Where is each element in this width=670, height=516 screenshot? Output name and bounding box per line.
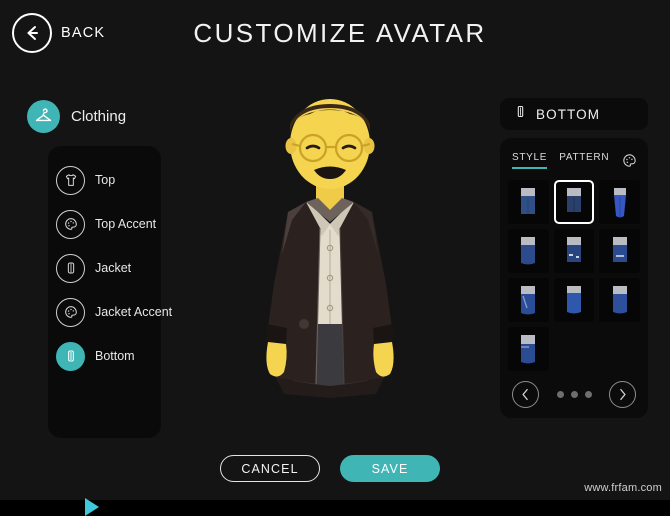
- pants-thumbnail: [609, 286, 631, 320]
- chevron-right-icon[interactable]: [609, 381, 636, 408]
- sidebar-category-clothing[interactable]: Clothing: [27, 100, 126, 133]
- item-thumbnail-5[interactable]: [553, 229, 595, 273]
- sidebar-item-bottom[interactable]: Bottom: [48, 334, 161, 378]
- pants-thumbnail: [563, 286, 585, 320]
- item-slot-empty: [554, 327, 595, 371]
- sidebar-item-label: Jacket: [95, 261, 132, 275]
- pants-thumbnail: [609, 188, 631, 222]
- tab-pattern[interactable]: PATTERN: [559, 152, 609, 169]
- sidebar-submenu: Top Top Accent Jacket Jacket Accent Bott…: [48, 146, 172, 438]
- cancel-button[interactable]: CANCEL: [220, 455, 320, 482]
- item-thumbnail-7[interactable]: [508, 278, 549, 322]
- page-dot[interactable]: [570, 391, 578, 398]
- sidebar-item-label: Top Accent: [95, 217, 157, 231]
- item-picker-panel: BOTTOM STYLE PATTERN: [500, 98, 648, 418]
- pants-thumbnail: [609, 237, 631, 271]
- tab-style[interactable]: STYLE: [512, 152, 548, 169]
- save-button[interactable]: SAVE: [340, 455, 440, 482]
- item-thumbnail-10[interactable]: [508, 327, 549, 371]
- sidebar-category-label: Clothing: [71, 108, 127, 125]
- item-thumbnail-4[interactable]: [508, 229, 549, 273]
- item-thumbnail-9[interactable]: [599, 278, 640, 322]
- item-thumbnail-2[interactable]: [553, 180, 595, 224]
- item-grid: [508, 180, 640, 371]
- picker-body: STYLE PATTERN: [500, 138, 648, 418]
- item-thumbnail-8[interactable]: [553, 278, 595, 322]
- picker-header-label: BOTTOM: [536, 106, 601, 122]
- page-dot[interactable]: [556, 391, 564, 398]
- watermark: www.frfam.com: [584, 482, 662, 494]
- footer-actions: CANCEL SAVE: [200, 455, 460, 482]
- sidebar-item-label: Bottom: [95, 349, 135, 363]
- page-title: CUSTOMIZE AVATAR: [193, 18, 487, 48]
- palette-icon[interactable]: [621, 152, 638, 169]
- sidebar-item-jacket[interactable]: Jacket: [48, 246, 161, 290]
- item-slot-empty: [599, 327, 640, 371]
- avatar-stage: [200, 70, 460, 438]
- sidebar-item-top[interactable]: Top: [48, 158, 161, 202]
- pants-thumbnail: [517, 335, 539, 369]
- page-dots: [556, 391, 592, 398]
- chevron-left-icon[interactable]: [512, 381, 539, 408]
- item-thumbnail-1[interactable]: [508, 180, 549, 224]
- palette-icon: [56, 297, 85, 327]
- picker-header: BOTTOM: [500, 98, 648, 130]
- pants-icon: [513, 104, 528, 124]
- clothes-hanger-icon: [27, 100, 60, 133]
- pants-thumbnail: [563, 188, 585, 222]
- sidebar-item-label: Top: [95, 173, 116, 187]
- header: BACK CUSTOMIZE AVATAR: [0, 0, 670, 68]
- pagination: [508, 381, 640, 410]
- sidebar-item-top-accent[interactable]: Top Accent: [48, 202, 161, 246]
- avatar: [230, 78, 430, 413]
- sidebar: Clothing Top Top Accent Jacket Jacket Ac…: [0, 70, 200, 516]
- item-thumbnail-3[interactable]: [599, 180, 640, 224]
- caret-right-icon[interactable]: [85, 498, 99, 516]
- customize-avatar-screen: BACK CUSTOMIZE AVATAR Clothing Top Top A…: [0, 0, 670, 516]
- t-shirt-icon: [56, 165, 85, 195]
- picker-tabs: STYLE PATTERN: [508, 147, 640, 173]
- palette-icon: [56, 209, 85, 239]
- pants-thumbnail: [517, 237, 539, 271]
- pants-thumbnail: [517, 188, 539, 222]
- sidebar-item-jacket-accent[interactable]: Jacket Accent: [48, 290, 172, 334]
- pants-thumbnail: [563, 237, 585, 271]
- sidebar-item-label: Jacket Accent: [95, 305, 173, 319]
- page-dot[interactable]: [584, 391, 592, 398]
- item-thumbnail-6[interactable]: [599, 229, 640, 273]
- pants-icon: [56, 341, 85, 371]
- pants-thumbnail: [517, 286, 539, 320]
- jacket-icon: [56, 253, 85, 283]
